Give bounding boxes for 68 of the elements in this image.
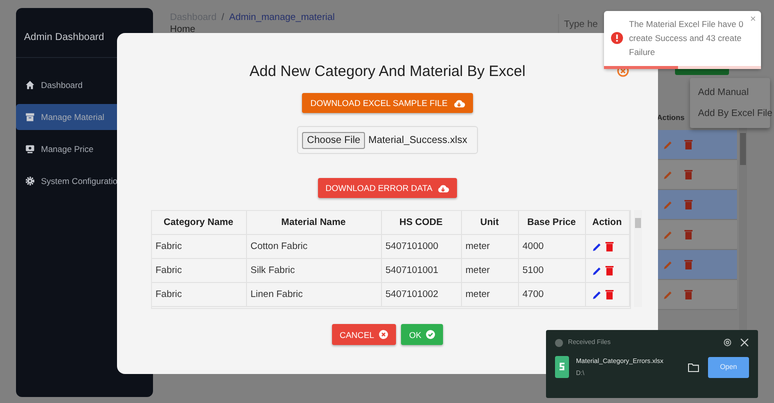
edit-icon[interactable] (592, 290, 602, 300)
spreadsheet-file-icon (555, 356, 569, 378)
download-error-button[interactable]: DOWNLOAD ERROR DATA (318, 178, 458, 198)
monitor-icon (25, 144, 35, 154)
table-cell: Linen Fabric (246, 283, 382, 306)
column-header: Category Name (152, 211, 246, 234)
folder-icon[interactable] (688, 362, 699, 372)
home-icon (25, 80, 35, 90)
close-icon[interactable] (740, 338, 749, 347)
column-header: Material Name (246, 211, 382, 234)
ok-button[interactable]: OK (401, 324, 444, 345)
trash-icon[interactable] (684, 229, 693, 240)
table-cell: 5407101001 (382, 259, 462, 282)
table-cell: meter (462, 235, 518, 258)
table-cell: 4000 (518, 235, 586, 258)
column-header: HS CODE (382, 211, 462, 234)
sidebar-label: Dashboard (41, 80, 83, 90)
sidebar-item[interactable]: Manage Price (16, 136, 153, 162)
table-cell: 5407101002 (382, 283, 462, 306)
menu-item[interactable]: Add Manual (690, 82, 770, 103)
trash-icon[interactable] (684, 199, 693, 210)
table-cell: Silk Fabric (246, 259, 382, 282)
scrollbar[interactable] (634, 210, 642, 307)
sidebar-title: Admin Dashboard (23, 31, 106, 45)
cloud-download-icon (452, 98, 465, 108)
column-header: Action (586, 211, 630, 234)
column-header: Base Price (518, 211, 586, 234)
file-input[interactable]: Choose File Material_Success.xlsx (297, 126, 478, 154)
table-cell: meter (462, 283, 518, 306)
table-cell: 5407101000 (382, 235, 462, 258)
error-icon (611, 32, 623, 44)
table-cell: Cotton Fabric (246, 235, 382, 258)
app-icon (555, 338, 563, 346)
sidebar-item[interactable]: System Configuratio (16, 168, 153, 194)
trash-icon[interactable] (604, 241, 614, 252)
sidebar-label: System Configuratio (41, 176, 118, 186)
menu-item[interactable]: Add By Excel File (690, 103, 770, 124)
edit-icon[interactable] (592, 242, 602, 252)
trash-icon[interactable] (604, 265, 614, 276)
download-sample-button[interactable]: DOWNLOAD EXCEL SAMPLE FILE (302, 93, 473, 113)
trash-icon[interactable] (684, 289, 693, 300)
sidebar-label: Manage Price (41, 144, 94, 154)
archive-icon (25, 112, 35, 122)
table-cell: Fabric (152, 259, 246, 282)
file-name: Material_Success.xlsx (368, 134, 468, 146)
close-button[interactable]: × (750, 14, 756, 25)
trash-icon[interactable] (604, 289, 614, 300)
modal-title: Add New Category And Material By Excel (250, 63, 526, 80)
trash-icon[interactable] (684, 169, 693, 180)
table-cell: meter (462, 259, 518, 282)
edit-icon[interactable] (592, 266, 602, 276)
table-cell: 4700 (518, 283, 586, 306)
sidebar-item[interactable]: Dashboard (16, 72, 153, 98)
trash-icon[interactable] (684, 259, 693, 270)
page-heading: Home (170, 24, 196, 35)
column-header: Unit (462, 211, 518, 234)
cloud-download-icon (437, 184, 450, 192)
check-circle-icon (426, 330, 436, 339)
trash-icon[interactable] (684, 139, 693, 150)
choose-file-button[interactable]: Choose File (302, 132, 366, 148)
cancel-button[interactable]: CANCEL (332, 324, 396, 345)
breadcrumb-link[interactable]: Admin_manage_material (229, 12, 335, 23)
table-cell: 5100 (518, 259, 586, 282)
breadcrumb-separator: / (221, 12, 224, 23)
sidebar-label: Manage Material (41, 112, 104, 122)
table-cell: Fabric (152, 235, 246, 258)
close-circle-icon (379, 330, 388, 339)
table-cell: Fabric (152, 283, 246, 306)
